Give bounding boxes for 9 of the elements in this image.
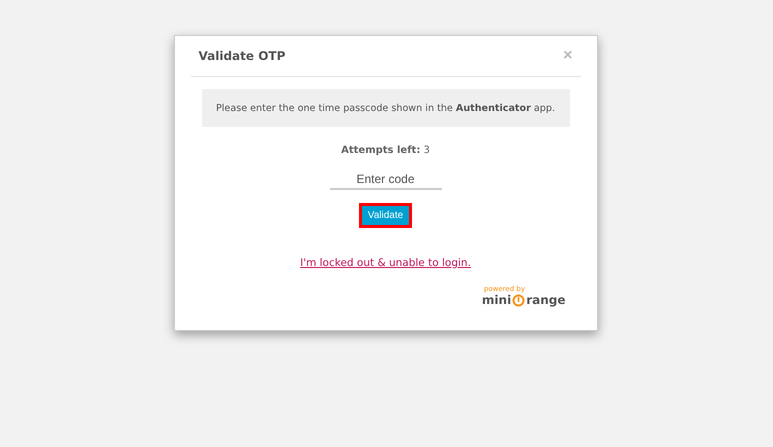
logo-text: mini [482, 293, 512, 307]
dialog-title: Validate OTP [198, 49, 286, 63]
message-banner: Please enter the one time passcode shown in the Authenticator app. [202, 89, 570, 127]
logo-text: range [526, 293, 566, 307]
validate-button[interactable]: Validate [360, 204, 412, 227]
close-button[interactable]: × [563, 47, 572, 65]
attempts-label: Attempts left: [341, 145, 420, 156]
locked-out-link[interactable]: I'm locked out & unable to login. [300, 257, 471, 269]
attempts-count: 3 [424, 145, 430, 156]
